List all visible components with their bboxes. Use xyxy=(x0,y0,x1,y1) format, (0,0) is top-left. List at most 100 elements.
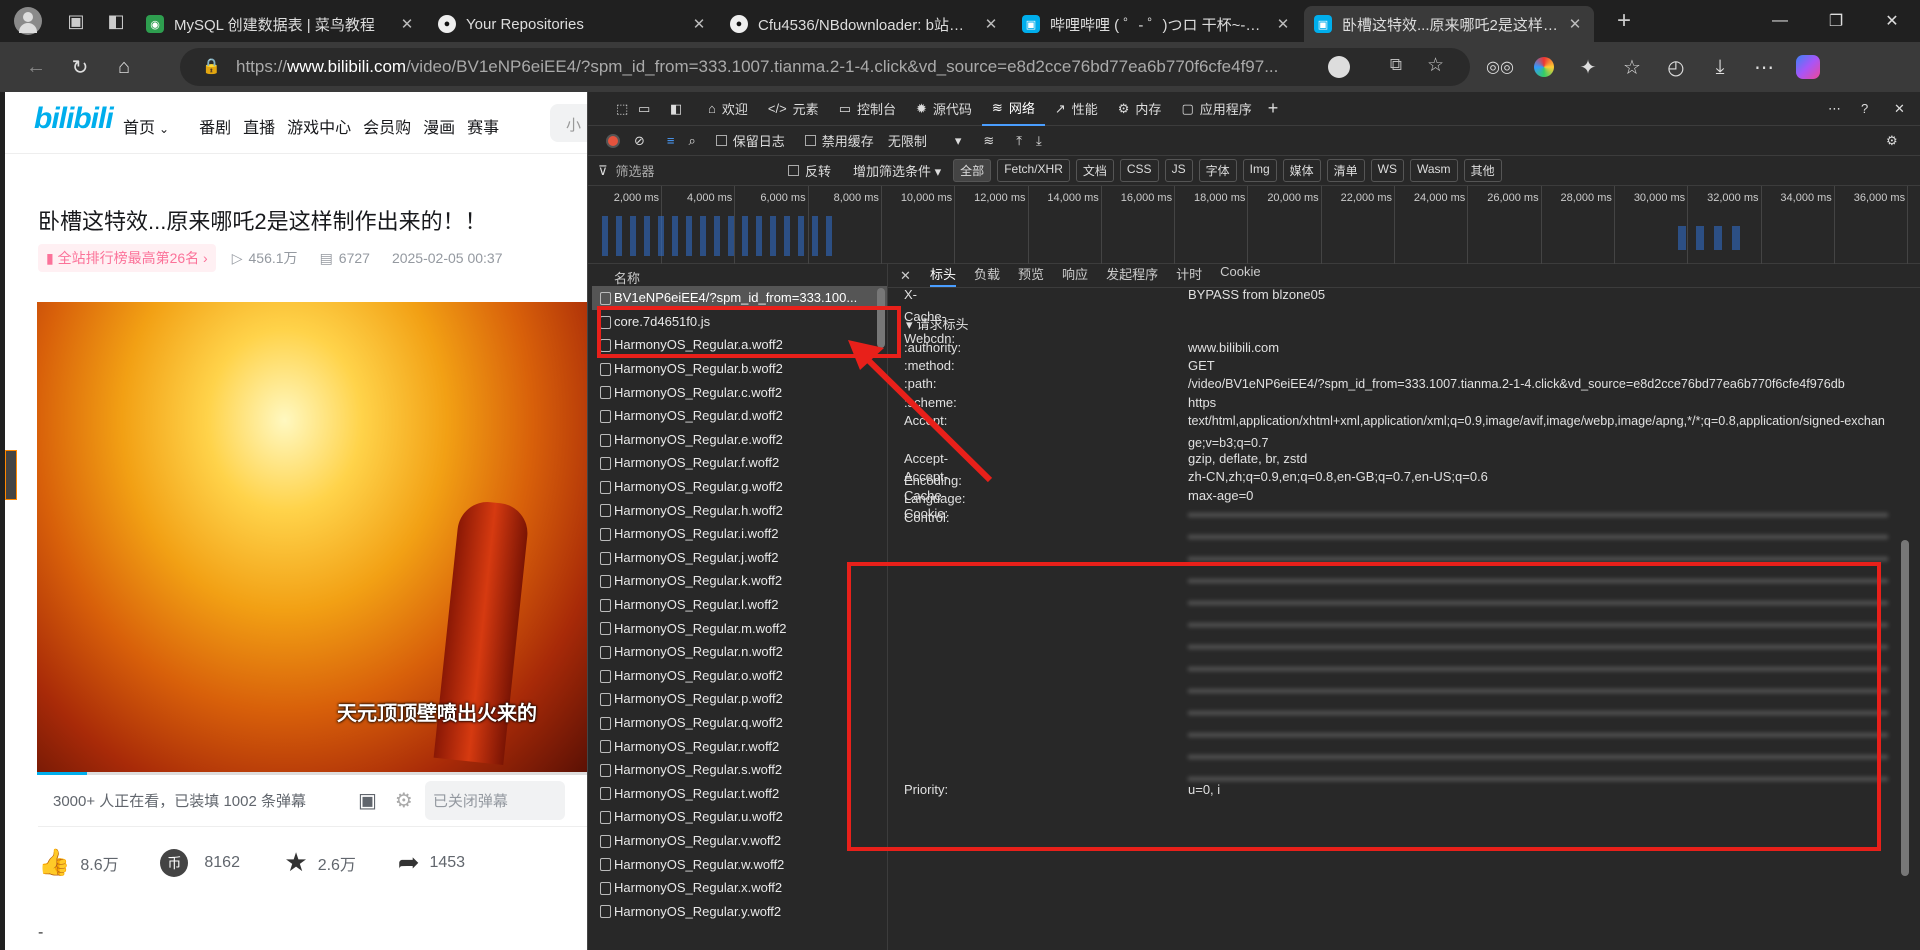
favorite-icon[interactable]: ★ xyxy=(284,847,307,878)
devtools-tab-7[interactable]: ▢ 应用程序 xyxy=(1171,92,1261,126)
search-box[interactable]: 小 xyxy=(550,104,587,142)
help-icon[interactable]: ? xyxy=(1861,101,1868,116)
browser-tab-3[interactable]: ● Cfu4536/NBdownloader: b站视频 ✕ xyxy=(720,6,1010,42)
bili-nav-item-0[interactable]: 首页 ⌄ xyxy=(123,114,169,138)
rank-badge[interactable]: ▮ 全站排行榜最高第26名 › xyxy=(38,244,216,272)
address-bar[interactable]: 🔒 https://www.bilibili.com/video/BV1eNP6… xyxy=(180,48,1470,86)
devtools-tab-1[interactable]: </> 元素 xyxy=(758,92,829,126)
add-tool-icon[interactable]: + xyxy=(1268,98,1279,119)
bili-nav-item-3[interactable]: 游戏中心 xyxy=(287,114,351,138)
refresh-icon[interactable]: ↻ xyxy=(58,47,102,87)
type-filter-5[interactable]: 字体 xyxy=(1198,159,1237,182)
tab-close-icon[interactable]: ✕ xyxy=(690,15,708,33)
preserve-log-checkbox[interactable] xyxy=(715,135,727,146)
type-filter-4[interactable]: JS xyxy=(1164,159,1193,182)
bili-nav-item-1[interactable]: 番剧 xyxy=(199,114,231,138)
bili-nav-item-6[interactable]: 赛事 xyxy=(467,114,499,138)
translate-icon[interactable] xyxy=(1328,56,1350,78)
extensions-puzzle-icon[interactable]: ✦ xyxy=(1566,47,1610,87)
copilot-icon[interactable] xyxy=(1786,47,1830,87)
coin-icon[interactable]: 币 xyxy=(160,848,189,877)
filter-input[interactable]: ⊽ 筛选器 xyxy=(598,161,778,180)
workspaces-icon[interactable]: ▣ xyxy=(56,0,96,42)
type-filter-7[interactable]: 媒体 xyxy=(1282,159,1321,182)
danmaku-input[interactable]: 已关闭弹幕 xyxy=(424,781,565,820)
invert-checkbox[interactable] xyxy=(788,165,799,176)
search-icon[interactable]: ⌕ xyxy=(689,133,696,149)
bili-nav-item-4[interactable]: 会员购 xyxy=(363,114,411,138)
tab-close-icon[interactable]: ✕ xyxy=(1566,15,1584,33)
more-menu-icon[interactable]: ⋯ xyxy=(1742,47,1786,87)
type-filter-11[interactable]: 其他 xyxy=(1463,159,1502,182)
throttle-select[interactable]: 无限制 xyxy=(888,131,927,150)
detail-tab-3[interactable]: 响应 xyxy=(1062,264,1088,287)
device-icon[interactable]: ▭ xyxy=(638,101,670,117)
detail-scrollbar[interactable] xyxy=(1901,540,1909,876)
network-settings-icon[interactable]: ⚙ xyxy=(1886,133,1898,149)
detail-tab-2[interactable]: 预览 xyxy=(1018,264,1044,287)
browser-tab-5[interactable]: ▣ 卧槽这特效...原来哪吒2是这样制作 ✕ xyxy=(1304,6,1594,42)
type-filter-3[interactable]: CSS xyxy=(1119,159,1159,182)
video-player[interactable]: 天元顶顶壁喷出火来的 xyxy=(37,302,587,775)
browser-tab-4[interactable]: ▣ 哔哩哔哩 ( ゜- ゜)つロ 干杯~-bilib ✕ xyxy=(1012,6,1302,42)
like-icon[interactable]: 👍 xyxy=(38,847,70,878)
devtools-tab-6[interactable]: ⚙ 内存 xyxy=(1108,92,1172,126)
close-window-button[interactable]: ✕ xyxy=(1864,0,1920,42)
page-side-handle[interactable] xyxy=(5,450,17,500)
bilibili-logo[interactable]: bilibili xyxy=(34,102,114,136)
tab-close-icon[interactable]: ✕ xyxy=(398,15,416,33)
colorful-extension-icon[interactable] xyxy=(1522,47,1566,87)
bili-nav-item-5[interactable]: 漫画 xyxy=(423,114,455,138)
detail-tab-1[interactable]: 负载 xyxy=(974,264,1000,287)
share-icon[interactable]: ➦ xyxy=(398,847,420,878)
clear-icon[interactable]: ⊘ xyxy=(634,133,645,149)
name-column-header[interactable]: 名称 xyxy=(588,264,887,286)
close-detail-icon[interactable]: ✕ xyxy=(900,268,930,284)
devtools-tab-3[interactable]: ✹ 源代码 xyxy=(906,92,982,126)
dock-icon[interactable]: ◧ xyxy=(670,101,698,117)
vertical-tabs-icon[interactable]: ◧ xyxy=(96,0,136,42)
disable-cache-checkbox[interactable] xyxy=(804,135,816,146)
tab-close-icon[interactable]: ✕ xyxy=(982,15,1000,33)
throttle-chevron-icon[interactable]: ▾ xyxy=(955,133,962,149)
downloads-icon[interactable]: ⤓ xyxy=(1698,47,1742,87)
back-icon[interactable]: ← xyxy=(14,47,58,87)
detail-tab-4[interactable]: 发起程序 xyxy=(1106,264,1158,287)
network-overview-timeline[interactable]: 2,000 ms 4,000 ms 6,000 ms 8,000 ms 10,000 m… xyxy=(588,186,1920,264)
export-har-icon[interactable]: ⤓ xyxy=(1036,133,1042,149)
devtools-tab-0[interactable]: ⌂ 欢迎 xyxy=(698,92,758,126)
profile-avatar[interactable] xyxy=(0,0,56,42)
favorite-star-icon[interactable]: ☆ xyxy=(1427,54,1444,77)
minimize-button[interactable]: — xyxy=(1752,0,1808,42)
restore-button[interactable]: ❐ xyxy=(1808,0,1864,42)
bili-nav-item-2[interactable]: 直播 xyxy=(243,114,275,138)
devtools-more-icon[interactable]: ⋯ xyxy=(1828,101,1841,117)
network-conditions-icon[interactable]: ≋ xyxy=(983,133,994,149)
danmaku-toggle-icon[interactable]: ▣ xyxy=(358,788,377,813)
filter-toggle-icon[interactable]: ≡ xyxy=(667,133,675,148)
type-filter-0[interactable]: 全部 xyxy=(953,159,992,182)
type-filter-1[interactable]: Fetch/XHR xyxy=(997,159,1070,182)
record-icon[interactable] xyxy=(606,133,620,148)
tab-close-icon[interactable]: ✕ xyxy=(1274,15,1292,33)
app-available-icon[interactable]: ⧉ xyxy=(1390,55,1402,75)
devtools-tab-4[interactable]: ≋ 网络 xyxy=(981,92,1045,126)
browser-tab-1[interactable]: ◉ MySQL 创建数据表 | 菜鸟教程 ✕ xyxy=(136,6,426,42)
new-tab-button[interactable]: + xyxy=(1604,0,1644,42)
browser-tab-2[interactable]: ● Your Repositories ✕ xyxy=(428,6,718,42)
type-filter-6[interactable]: Img xyxy=(1242,159,1277,182)
import-har-icon[interactable]: ⤒ xyxy=(1016,133,1022,149)
glasses-extension-icon[interactable]: ◎◎ xyxy=(1478,47,1522,87)
close-devtools-icon[interactable]: ✕ xyxy=(1894,101,1905,117)
inspect-icon[interactable]: ⬚ xyxy=(616,101,638,117)
type-filter-2[interactable]: 文档 xyxy=(1075,159,1114,182)
type-filter-9[interactable]: WS xyxy=(1370,159,1404,182)
favorites-icon[interactable]: ☆ xyxy=(1610,47,1654,87)
more-filters-dropdown[interactable]: 增加筛选条件 ▾ xyxy=(853,161,941,180)
danmaku-settings-icon[interactable]: ⚙ xyxy=(395,788,413,813)
history-icon[interactable]: ◴ xyxy=(1654,47,1698,87)
type-filter-10[interactable]: Wasm xyxy=(1410,159,1458,182)
type-filter-8[interactable]: 清单 xyxy=(1326,159,1365,182)
devtools-tab-5[interactable]: ↗ 性能 xyxy=(1045,92,1108,126)
devtools-tab-2[interactable]: ▭ 控制台 xyxy=(829,92,906,126)
